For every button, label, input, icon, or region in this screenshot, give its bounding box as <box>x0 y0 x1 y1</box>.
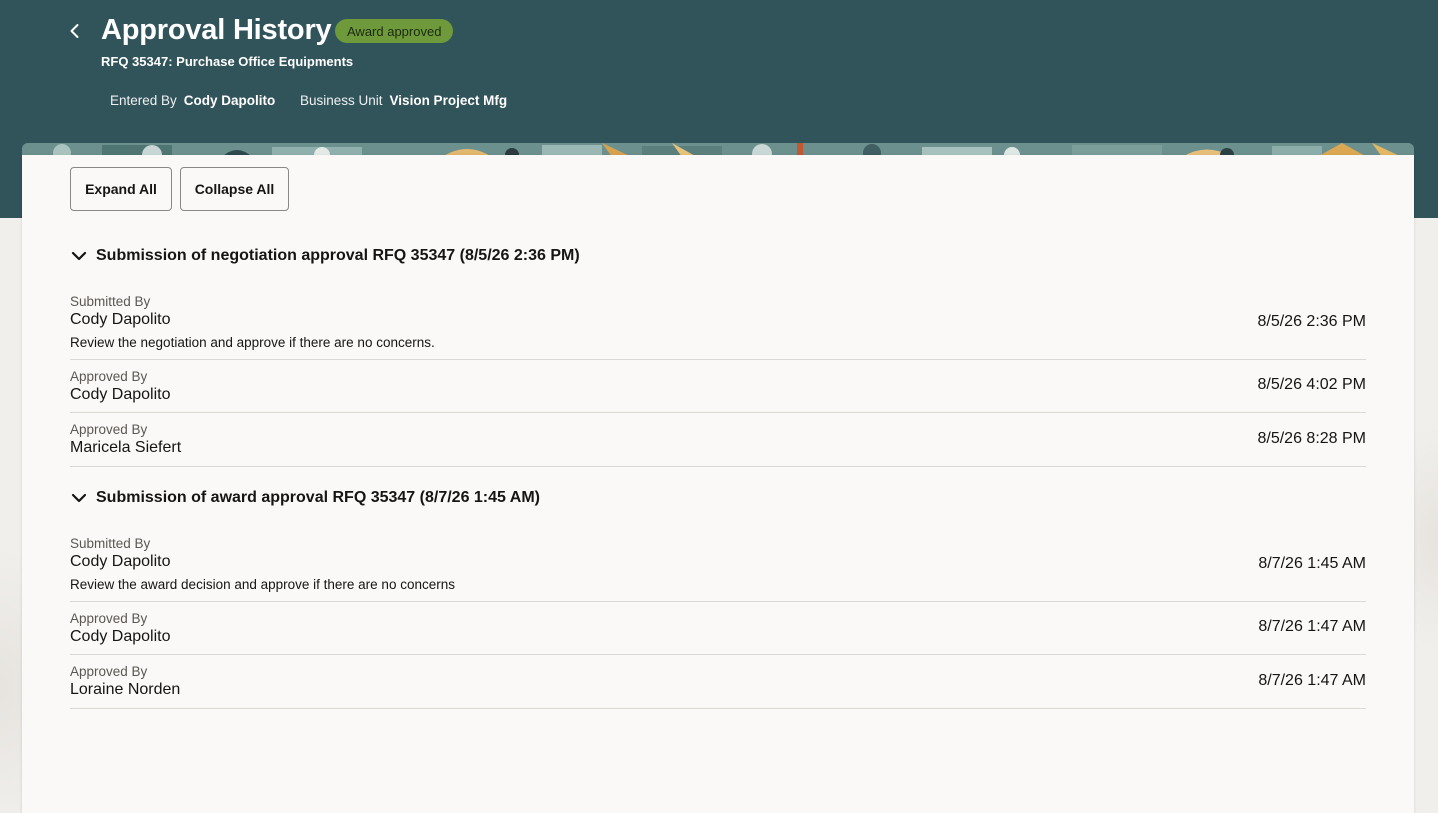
expand-all-button[interactable]: Expand All <box>70 167 172 211</box>
row-role: Submitted By <box>70 294 151 309</box>
back-button[interactable] <box>62 20 88 46</box>
approval-history-panel: Expand All Collapse All Submission of ne… <box>22 155 1414 813</box>
collapse-all-button[interactable]: Collapse All <box>180 167 289 211</box>
history-row: Approved By Loraine Norden 8/7/26 1:47 A… <box>70 655 1366 709</box>
row-role: Approved By <box>70 369 148 384</box>
row-role: Submitted By <box>70 536 151 551</box>
history-row: Approved By Cody Dapolito 8/5/26 4:02 PM <box>70 360 1366 413</box>
row-name: Cody Dapolito <box>70 311 171 328</box>
row-date: 8/5/26 2:36 PM <box>1257 313 1366 330</box>
row-role: Approved By <box>70 422 148 437</box>
section-title: Submission of negotiation approval RFQ 3… <box>96 247 580 264</box>
chevron-down-icon <box>70 489 88 507</box>
section-header-award-approval[interactable]: Submission of award approval RFQ 35347 (… <box>70 486 540 510</box>
history-row: Approved By Maricela Siefert 8/5/26 8:28… <box>70 413 1366 467</box>
row-date: 8/7/26 1:47 AM <box>1258 672 1366 689</box>
entered-by-value: Cody Dapolito <box>183 93 276 108</box>
business-unit: Business Unit Vision Project Mfg <box>300 93 507 108</box>
history-row: Submitted By Cody Dapolito Review the ne… <box>70 285 1366 360</box>
row-name: Cody Dapolito <box>70 386 171 403</box>
row-name: Loraine Norden <box>70 681 181 698</box>
history-row: Approved By Cody Dapolito 8/7/26 1:47 AM <box>70 602 1366 655</box>
history-row: Submitted By Cody Dapolito Review the aw… <box>70 527 1366 602</box>
business-unit-value: Vision Project Mfg <box>389 93 508 108</box>
chevron-down-icon <box>70 247 88 265</box>
chevron-left-icon <box>68 23 82 44</box>
row-name: Cody Dapolito <box>70 553 171 570</box>
section-title: Submission of award approval RFQ 35347 (… <box>96 489 540 506</box>
row-date: 8/7/26 1:45 AM <box>1258 555 1366 572</box>
row-date: 8/5/26 8:28 PM <box>1257 430 1366 447</box>
page-subtitle: RFQ 35347: Purchase Office Equipments <box>101 54 354 69</box>
row-note: Review the negotiation and approve if th… <box>70 335 435 350</box>
row-role: Approved By <box>70 611 148 626</box>
row-name: Cody Dapolito <box>70 628 171 645</box>
entered-by-label: Entered By <box>110 93 177 108</box>
row-role: Approved By <box>70 664 148 679</box>
business-unit-label: Business Unit <box>300 93 383 108</box>
row-name: Maricela Siefert <box>70 439 182 456</box>
row-date: 8/5/26 4:02 PM <box>1257 376 1366 393</box>
section-header-negotiation-approval[interactable]: Submission of negotiation approval RFQ 3… <box>70 244 580 268</box>
row-note: Review the award decision and approve if… <box>70 577 455 592</box>
row-date: 8/7/26 1:47 AM <box>1258 618 1366 635</box>
entered-by: Entered By Cody Dapolito <box>110 93 275 108</box>
status-badge: Award approved <box>335 19 454 43</box>
page-title: Approval History <box>101 14 332 46</box>
